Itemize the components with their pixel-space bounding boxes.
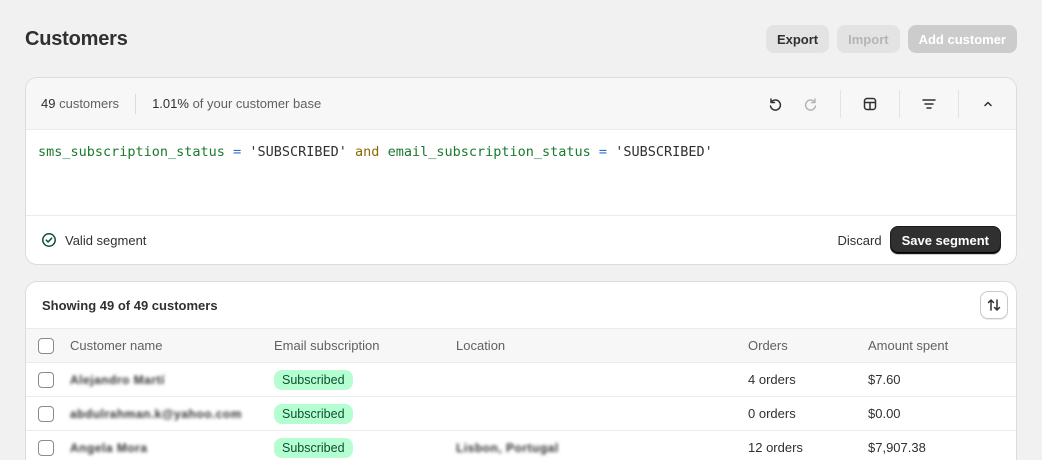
validation-status: Valid segment: [41, 232, 146, 248]
orders-cell: 0 orders: [748, 396, 868, 431]
amount-cell: $7.60: [868, 362, 1016, 397]
layout-icon: [863, 97, 877, 111]
row-checkbox[interactable]: [38, 440, 54, 457]
orders-cell: 4 orders: [748, 362, 868, 397]
email-subscription-cell: Subscribed: [274, 430, 456, 460]
query-field: sms_subscription_status: [38, 144, 225, 160]
table-row[interactable]: Alejandro Martí Subscribed 4 orders $7.6…: [26, 362, 1016, 397]
customers-table-card: Showing 49 of 49 customers Customer name…: [25, 281, 1017, 460]
subscription-badge: Subscribed: [274, 403, 353, 424]
segment-actions: Discard Save segment: [837, 226, 1001, 254]
email-subscription-cell: Subscribed: [274, 362, 456, 397]
customer-count-number: 49: [41, 96, 56, 111]
location-cell: Lisbon, Portugal: [456, 430, 748, 460]
check-circle-icon: [42, 233, 56, 247]
chevron-up-icon: [984, 101, 992, 107]
location-cell: [456, 396, 748, 431]
email-subscription-cell: Subscribed: [274, 396, 456, 431]
table-row[interactable]: abdulrahman.k@yahoo.com Subscribed 0 ord…: [26, 396, 1016, 431]
collapse-button[interactable]: [972, 88, 1004, 120]
customer-name-cell: Angela Mora: [70, 430, 274, 460]
row-checkbox[interactable]: [38, 371, 54, 388]
row-select-cell: [26, 430, 70, 460]
customer-name-cell: Alejandro Martí: [70, 362, 274, 397]
row-select-cell: [26, 396, 70, 431]
column-header-orders[interactable]: Orders: [748, 328, 868, 363]
add-customer-button[interactable]: Add customer: [907, 25, 1017, 53]
import-button[interactable]: Import: [837, 25, 900, 53]
customer-name[interactable]: Alejandro Martí: [70, 373, 165, 387]
filter-button[interactable]: [913, 88, 945, 120]
page-header: Customers Export Import Add customer: [25, 25, 1017, 53]
query-keyword: and: [355, 144, 380, 160]
query-value: 'SUBSCRIBED': [249, 144, 347, 160]
customer-count-label: customers: [59, 96, 120, 111]
customer-base-percent: 1.01%: [152, 96, 189, 111]
table-header-bar: Showing 49 of 49 customers: [26, 282, 1016, 328]
header-actions: Export Import Add customer: [765, 25, 1017, 53]
amount-cell: $7,907.38: [868, 430, 1016, 460]
column-header-name[interactable]: Customer name: [70, 328, 274, 363]
page-title: Customers: [25, 27, 128, 50]
segment-editor-card: 49 customers 1.01% of your customer base: [25, 77, 1017, 265]
undo-button[interactable]: [759, 88, 791, 120]
table-row[interactable]: Angela Mora Subscribed Lisbon, Portugal …: [26, 430, 1016, 460]
toolbar-divider: [840, 90, 841, 118]
customer-name[interactable]: abdulrahman.k@yahoo.com: [70, 407, 242, 421]
customer-name[interactable]: Angela Mora: [70, 441, 148, 455]
customer-base-share: 1.01% of your customer base: [152, 96, 321, 111]
toolbar-divider: [899, 90, 900, 118]
subscription-badge: Subscribed: [274, 437, 353, 458]
customer-count: 49 customers: [41, 96, 119, 111]
row-checkbox[interactable]: [38, 405, 54, 422]
segment-summary-bar: 49 customers 1.01% of your customer base: [26, 78, 1016, 130]
undo-icon: [769, 98, 782, 111]
segment-footer: Valid segment Discard Save segment: [26, 216, 1016, 264]
redo-icon: [804, 98, 817, 111]
table-heading: Showing 49 of 49 customers: [42, 297, 218, 313]
column-header-amount[interactable]: Amount spent: [868, 328, 1016, 363]
orders-cell: 12 orders: [748, 430, 868, 460]
segment-query-editor[interactable]: sms_subscription_status = 'SUBSCRIBED' a…: [26, 130, 1016, 216]
amount-cell: $0.00: [868, 396, 1016, 431]
query-operator: =: [598, 144, 608, 160]
templates-button[interactable]: [854, 88, 886, 120]
editor-toolbar: [759, 78, 1004, 130]
query-operator: =: [233, 144, 242, 160]
select-all-checkbox[interactable]: [38, 337, 54, 354]
select-all-cell: [26, 328, 70, 363]
table-header-row: Customer name Email subscription Locatio…: [26, 328, 1016, 363]
redo-button[interactable]: [795, 88, 827, 120]
column-header-email[interactable]: Email subscription: [274, 328, 456, 363]
customer-location: Lisbon, Portugal: [456, 441, 559, 456]
subscription-badge: Subscribed: [274, 369, 353, 390]
export-button[interactable]: Export: [765, 25, 830, 53]
discard-button[interactable]: Discard: [837, 233, 881, 248]
location-cell: [456, 362, 748, 397]
sort-icon: [987, 299, 1001, 311]
summary-divider: [135, 93, 137, 114]
customer-name-cell: abdulrahman.k@yahoo.com: [70, 396, 274, 431]
query-value: 'SUBSCRIBED': [615, 144, 713, 160]
customers-table: Customer name Email subscription Locatio…: [26, 328, 1016, 460]
save-segment-button[interactable]: Save segment: [889, 226, 1001, 254]
toolbar-divider: [958, 90, 959, 118]
filter-icon: [922, 99, 936, 109]
customer-base-label: of your customer base: [192, 96, 322, 111]
row-select-cell: [26, 362, 70, 397]
column-header-location[interactable]: Location: [456, 328, 748, 363]
query-field: email_subscription_status: [387, 144, 591, 160]
validation-text: Valid segment: [65, 232, 147, 248]
sort-button[interactable]: [980, 291, 1008, 319]
